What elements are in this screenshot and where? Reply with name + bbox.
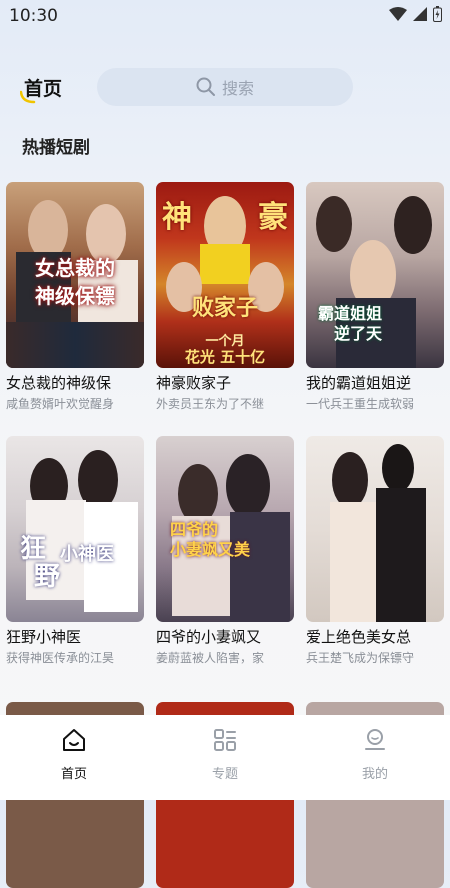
- tab-home-label: 首页: [24, 78, 63, 100]
- status-time: 10:30: [9, 6, 58, 26]
- drama-card[interactable]: 霸道姐姐 逆了天 我的霸道姐姐逆 一代兵王重生成软弱: [306, 182, 444, 412]
- drama-card[interactable]: 四爷的 小妻飒又美 四爷的小妻飒又 姜蔚蓝被人陷害，家: [156, 436, 294, 666]
- status-bar: 10:30: [0, 0, 450, 32]
- nav-topics-label: 专题: [211, 767, 238, 782]
- status-icons: [389, 6, 442, 22]
- drama-card[interactable]: 女总裁的 神级保镖 女总裁的神级保 咸鱼赘婿叶欢觉醒身: [6, 182, 144, 412]
- drama-poster: 狂 小神医 野: [6, 436, 144, 622]
- drama-title: 我的霸道姐姐逆: [306, 374, 412, 392]
- drama-subtitle: 一代兵王重生成软弱: [306, 397, 415, 411]
- user-icon: [365, 729, 385, 750]
- drama-poster: 女总裁的 神级保镖: [6, 182, 144, 368]
- drama-title: 爱上绝色美女总: [306, 628, 412, 646]
- signal-icon: [413, 7, 427, 21]
- drama-title: 女总裁的神级保: [6, 374, 112, 392]
- section-title: 热播短剧: [22, 138, 90, 158]
- nav-home-label: 首页: [60, 767, 87, 782]
- home-icon: [63, 729, 85, 751]
- drama-poster: 四爷的 小妻飒又美: [156, 436, 294, 622]
- search-input[interactable]: 搜索: [97, 68, 353, 106]
- drama-poster: 神 豪 败家子 一个月 花光 五十亿: [156, 182, 294, 368]
- battery-icon: [433, 6, 442, 22]
- drama-subtitle: 获得神医传承的江昊: [6, 651, 115, 665]
- drama-subtitle: 咸鱼赘婿叶欢觉醒身: [6, 397, 115, 411]
- tab-home[interactable]: 首页: [20, 74, 63, 104]
- drama-poster: 霸道姐姐 逆了天: [306, 182, 444, 368]
- nav-mine-label: 我的: [361, 767, 388, 782]
- drama-poster: [306, 436, 444, 622]
- grid-icon: [214, 729, 236, 751]
- nav-home[interactable]: 首页: [34, 727, 114, 782]
- bottom-nav: 首页 专题 我的: [0, 715, 450, 800]
- search-placeholder: 搜索: [221, 79, 254, 98]
- search-icon: [196, 77, 215, 96]
- drama-title: 神豪败家子: [156, 374, 232, 392]
- header: 首页 搜索: [0, 64, 450, 112]
- drama-subtitle: 兵王楚飞成为保镖守: [306, 651, 415, 665]
- drama-card[interactable]: 狂 小神医 野 狂野小神医 获得神医传承的江昊: [6, 436, 144, 666]
- wifi-icon: [389, 7, 407, 21]
- drama-card[interactable]: 爱上绝色美女总 兵王楚飞成为保镖守: [306, 436, 444, 666]
- drama-subtitle: 姜蔚蓝被人陷害，家: [156, 651, 265, 665]
- drama-title: 狂野小神医: [6, 628, 82, 646]
- nav-topics[interactable]: 专题: [185, 727, 265, 782]
- drama-subtitle: 外卖员王东为了不继: [156, 397, 265, 411]
- nav-mine[interactable]: 我的: [335, 727, 415, 782]
- drama-title: 四爷的小妻飒又: [156, 628, 262, 646]
- drama-card[interactable]: 神 豪 败家子 一个月 花光 五十亿 神豪败家子 外卖员王东为了不继: [156, 182, 294, 412]
